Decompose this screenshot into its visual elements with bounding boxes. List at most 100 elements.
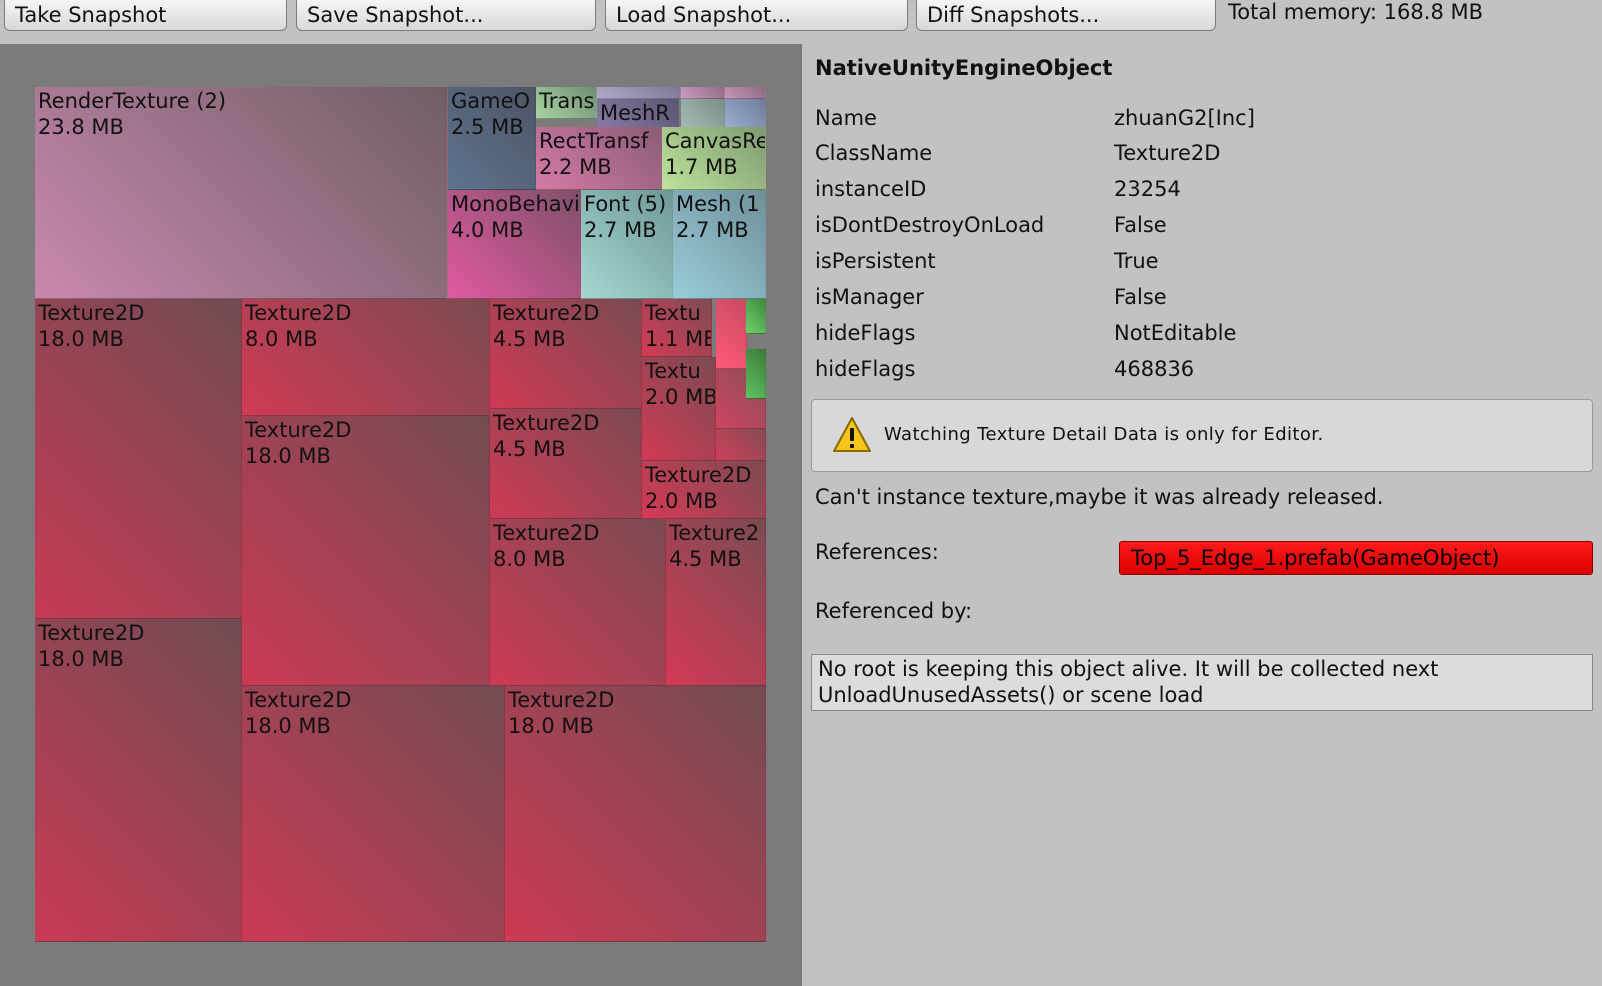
treemap-cell-name: Trans — [539, 89, 595, 113]
treemap-cell-size: 18.0 MB — [38, 647, 124, 671]
prop-value-isdontdestroyonload: False — [1114, 213, 1167, 237]
treemap-cell-size: 8.0 MB — [493, 547, 566, 571]
treemap-cell-name: Texture2D — [493, 521, 600, 545]
treemap-cell[interactable]: Texture2 4.5 MB — [666, 519, 766, 686]
treemap-cell-size: 2.2 MB — [539, 155, 612, 179]
treemap-cell[interactable]: Textu 1.1 MB — [642, 299, 712, 357]
treemap-cell-name: GameO — [451, 89, 531, 113]
prop-label-ismanager: isManager — [815, 285, 924, 309]
load-snapshot-button[interactable]: Load Snapshot... — [605, 0, 908, 31]
treemap-cell-name: Texture2D — [508, 688, 615, 712]
treemap-cell[interactable]: Texture2D 18.0 MB — [242, 416, 490, 686]
memory-treemap: RenderTexture (2) 23.8 MB GameO 2.5 MB Trans… — [35, 87, 766, 942]
treemap-cell-size: 18.0 MB — [245, 444, 331, 468]
prop-value-ispersistent: True — [1114, 249, 1159, 273]
treemap-cell-name: Texture2D — [245, 301, 352, 325]
treemap-cell[interactable]: Texture2D 18.0 MB — [505, 686, 766, 942]
prop-label-isdontdestroyonload: isDontDestroyOnLoad — [815, 213, 1045, 237]
treemap-cell-name: Texture2D — [38, 621, 145, 645]
treemap-cell-name: Texture2D — [493, 301, 600, 325]
treemap-cell[interactable]: Texture2D 18.0 MB — [242, 686, 505, 942]
treemap-cell-size: 4.5 MB — [669, 547, 742, 571]
treemap-cell-size: 4.0 MB — [451, 218, 524, 242]
treemap-cell-small[interactable] — [681, 87, 725, 99]
treemap-cell-name: Font (5) — [584, 192, 667, 216]
gc-root-note: No root is keeping this object alive. It… — [811, 654, 1593, 711]
treemap-cell-size: 2.7 MB — [584, 218, 657, 242]
treemap-cell-name: CanvasRe — [665, 129, 766, 153]
treemap-cell-size: 18.0 MB — [38, 327, 124, 351]
treemap-cell-small[interactable] — [746, 299, 766, 334]
treemap-cell[interactable]: GameO 2.5 MB — [448, 87, 536, 190]
treemap-cell-name: RectTransf — [539, 129, 649, 153]
total-memory-label: Total memory: 168.8 MB — [1228, 0, 1484, 24]
treemap-cell-size: 1.7 MB — [665, 155, 738, 179]
treemap-cell-name: MeshR — [600, 101, 670, 125]
treemap-cell-size: 2.7 MB — [676, 218, 749, 242]
prop-value-hideflags-raw: 468836 — [1114, 357, 1195, 381]
treemap-cell-small[interactable] — [716, 299, 747, 369]
treemap-cell[interactable]: RenderTexture (2) 23.8 MB — [35, 87, 448, 299]
treemap-cell[interactable]: Texture2D 4.5 MB — [490, 409, 642, 519]
treemap-cell[interactable]: RectTransf 2.2 MB — [536, 127, 662, 190]
treemap-cell-size: 2.5 MB — [451, 115, 524, 139]
gc-root-note-line2: UnloadUnusedAssets() or scene load — [818, 683, 1204, 707]
treemap-panel: RenderTexture (2) 23.8 MB GameO 2.5 MB Trans… — [0, 44, 802, 986]
prop-label-instanceid: instanceID — [815, 177, 927, 201]
treemap-cell-name: Texture2 — [669, 521, 760, 545]
treemap-cell-size: 0.7 MB — [539, 114, 596, 118]
prop-value-ismanager: False — [1114, 285, 1167, 309]
treemap-cell-size: 8.0 MB — [245, 327, 318, 351]
treemap-cell-size: 2.0 MB — [645, 489, 718, 513]
treemap-cell-size: 18.0 MB — [245, 714, 331, 738]
treemap-cell-small[interactable] — [597, 87, 681, 99]
treemap-cell[interactable]: Texture2D 18.0 MB — [35, 299, 242, 619]
save-snapshot-button[interactable]: Save Snapshot... — [296, 0, 596, 31]
treemap-cell[interactable]: Texture2D 2.0 MB — [642, 461, 766, 519]
texture-status-message: Can't instance texture,maybe it was alre… — [815, 485, 1384, 509]
treemap-cell-name: Textu — [645, 359, 701, 383]
treemap-cell[interactable]: MonoBehavi 4.0 MB — [448, 190, 581, 299]
treemap-cell-small[interactable] — [716, 429, 766, 461]
treemap-cell[interactable]: Trans0.7 MB — [536, 87, 597, 119]
warning-icon — [833, 417, 871, 452]
treemap-cell[interactable]: Texture2D 18.0 MB — [35, 619, 242, 942]
treemap-cell-size: 1.1 MB — [645, 327, 712, 351]
prop-value-instanceid: 23254 — [1114, 177, 1181, 201]
prop-value-classname: Texture2D — [1114, 141, 1221, 165]
prop-label-name: Name — [815, 106, 877, 130]
treemap-cell[interactable]: Mesh (1 2.7 MB — [673, 190, 766, 299]
treemap-cell-name: Texture2D — [245, 418, 352, 442]
treemap-cell[interactable]: Font (5) 2.7 MB — [581, 190, 673, 299]
prop-value-hideflags: NotEditable — [1114, 321, 1237, 345]
treemap-cell-name: Texture2D — [245, 688, 352, 712]
treemap-cell-size: 4.5 MB — [493, 437, 566, 461]
treemap-cell-size: 2.0 MB — [645, 385, 716, 409]
gc-root-note-line1: No root is keeping this object alive. It… — [818, 657, 1439, 681]
treemap-cell-name: Texture2D — [645, 463, 752, 487]
treemap-cell-size: 23.8 MB — [38, 115, 124, 139]
treemap-cell[interactable]: Texture2D 8.0 MB — [490, 519, 666, 686]
treemap-cell-small[interactable] — [725, 87, 766, 99]
treemap-cell[interactable]: Texture2D 8.0 MB — [242, 299, 490, 416]
treemap-cell-small[interactable] — [746, 349, 766, 399]
diff-snapshots-button[interactable]: Diff Snapshots... — [916, 0, 1216, 31]
treemap-cell-name: Texture2D — [38, 301, 145, 325]
treemap-cell[interactable]: Textu 2.0 MB — [642, 357, 716, 461]
inspector-panel: NativeUnityEngineObject Name zhuanG2[Inc… — [802, 44, 1602, 986]
treemap-cell[interactable]: CanvasRe 1.7 MB — [662, 127, 766, 190]
treemap-cell-name: MonoBehavi — [451, 192, 580, 216]
treemap-cell-name: RenderTexture (2) — [38, 89, 227, 113]
references-label: References: — [815, 540, 939, 564]
inspector-title: NativeUnityEngineObject — [815, 56, 1113, 80]
warning-text: Watching Texture Detail Data is only for… — [884, 424, 1324, 445]
treemap-cell[interactable]: Texture2D 4.5 MB — [490, 299, 642, 409]
prop-label-classname: ClassName — [815, 141, 933, 165]
take-snapshot-button[interactable]: Take Snapshot — [4, 0, 287, 31]
treemap-cell-size: 18.0 MB — [508, 714, 594, 738]
prop-label-ispersistent: isPersistent — [815, 249, 936, 273]
treemap-cell-size: 4.5 MB — [493, 327, 566, 351]
reference-item-button[interactable]: Top_5_Edge_1.prefab(GameObject) — [1119, 541, 1593, 575]
prop-value-name: zhuanG2[Inc] — [1114, 106, 1255, 130]
treemap-cell-name: Textu — [645, 301, 701, 325]
